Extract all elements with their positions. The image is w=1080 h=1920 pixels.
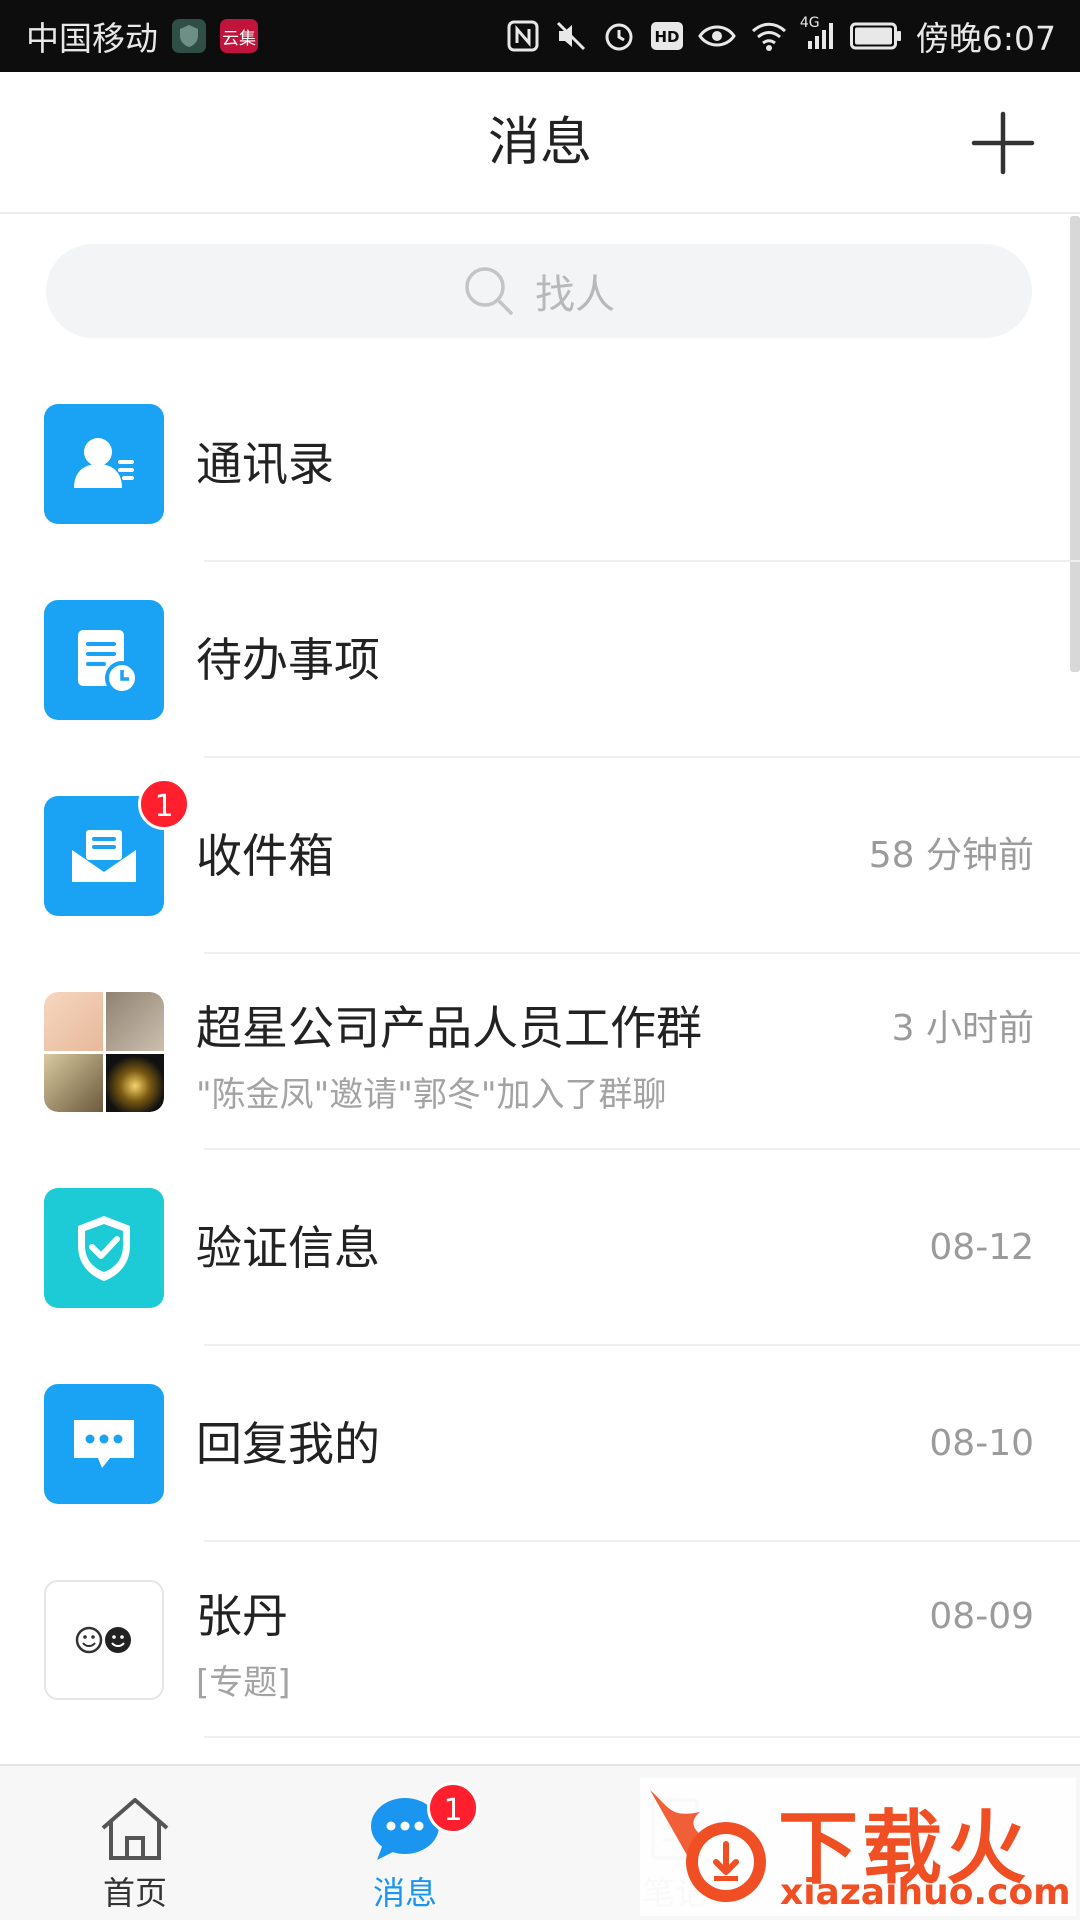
unread-badge: 1 bbox=[138, 778, 190, 830]
list-item-contacts[interactable]: 通讯录 bbox=[0, 366, 1080, 562]
list-item-title: 回复我的 bbox=[196, 1417, 380, 1471]
list-item-todo[interactable]: 待办事项 bbox=[0, 562, 1080, 758]
yunji-app-icon: 云集 bbox=[220, 19, 258, 53]
list-item-subtitle: [专题] bbox=[196, 1663, 291, 1703]
list-item-zhangdan[interactable]: 张丹 [专题] 08-09 bbox=[0, 1542, 1080, 1738]
alarm-icon bbox=[602, 19, 636, 53]
status-bar: 中国移动 云集 HD 4G 傍晚6:07 bbox=[0, 0, 1080, 72]
list-item-time: 08-10 bbox=[929, 1423, 1034, 1464]
network-type-label: 4G bbox=[799, 15, 820, 31]
group-avatar bbox=[44, 992, 164, 1112]
tab-messages[interactable]: 1 消息 bbox=[305, 1766, 505, 1920]
list-item-time: 58 分钟前 bbox=[868, 835, 1034, 876]
hd-icon: HD bbox=[650, 21, 684, 51]
list-item-inbox[interactable]: 1 收件箱 58 分钟前 bbox=[0, 758, 1080, 954]
chat-bubble-icon bbox=[44, 1384, 164, 1504]
search-placeholder: 找人 bbox=[535, 272, 615, 318]
watermark-logo: 下载火 xiazaihuo.com bbox=[640, 1778, 1076, 1916]
shield-check-icon bbox=[44, 1188, 164, 1308]
wifi-icon bbox=[750, 20, 788, 52]
todo-icon bbox=[44, 600, 164, 720]
contacts-icon bbox=[44, 404, 164, 524]
list-item-title: 待办事项 bbox=[196, 633, 380, 687]
tab-home[interactable]: 首页 bbox=[35, 1766, 235, 1920]
security-shield-icon bbox=[172, 19, 206, 53]
app-header: 消息 bbox=[0, 72, 1080, 214]
mute-icon bbox=[554, 19, 588, 53]
watermark-url: xiazaihuo.com bbox=[780, 1872, 1071, 1913]
list-item-title: 通讯录 bbox=[196, 437, 334, 491]
eye-comfort-icon bbox=[698, 22, 736, 50]
member-photo bbox=[105, 1053, 164, 1112]
search-input[interactable]: 找人 bbox=[46, 244, 1032, 338]
carrier-label: 中国移动 bbox=[26, 19, 158, 58]
member-photo bbox=[44, 992, 103, 1051]
page-title: 消息 bbox=[487, 113, 592, 173]
tab-label: 首页 bbox=[102, 1874, 167, 1912]
svg-text:HD: HD bbox=[654, 28, 679, 46]
list-item-replies[interactable]: 回复我的 08-10 bbox=[0, 1346, 1080, 1542]
message-list: 通讯录 待办事项 1 收件箱 58 分钟前 超星公司产品人员工作群 "陈金凤"邀… bbox=[0, 366, 1080, 1738]
list-item-group[interactable]: 超星公司产品人员工作群 "陈金凤"邀请"郭冬"加入了群聊 3 小时前 bbox=[0, 954, 1080, 1150]
list-item-title: 超星公司产品人员工作群 bbox=[196, 1001, 702, 1055]
list-item-title: 张丹 bbox=[196, 1589, 288, 1643]
nfc-icon bbox=[506, 19, 540, 53]
smiley-avatar bbox=[44, 1580, 164, 1700]
list-item-verification[interactable]: 验证信息 08-12 bbox=[0, 1150, 1080, 1346]
list-item-title: 验证信息 bbox=[196, 1221, 380, 1275]
home-icon bbox=[101, 1798, 169, 1860]
clock-label: 傍晚6:07 bbox=[915, 19, 1056, 58]
member-photo bbox=[105, 992, 164, 1051]
list-item-subtitle: "陈金凤"邀请"郭冬"加入了群聊 bbox=[196, 1075, 667, 1115]
tab-label: 消息 bbox=[372, 1874, 437, 1912]
list-item-time: 3 小时前 bbox=[891, 1008, 1034, 1049]
battery-icon bbox=[849, 22, 902, 50]
add-button[interactable] bbox=[970, 110, 1036, 176]
tab-unread-badge: 1 bbox=[427, 1782, 479, 1834]
search-icon bbox=[465, 267, 513, 315]
cellular-signal-icon: 4G bbox=[800, 15, 836, 51]
member-photo bbox=[44, 1053, 103, 1112]
list-item-time: 08-12 bbox=[929, 1227, 1034, 1268]
plus-icon bbox=[971, 111, 1035, 175]
list-item-time: 08-09 bbox=[929, 1596, 1034, 1637]
list-item-title: 收件箱 bbox=[196, 829, 334, 883]
